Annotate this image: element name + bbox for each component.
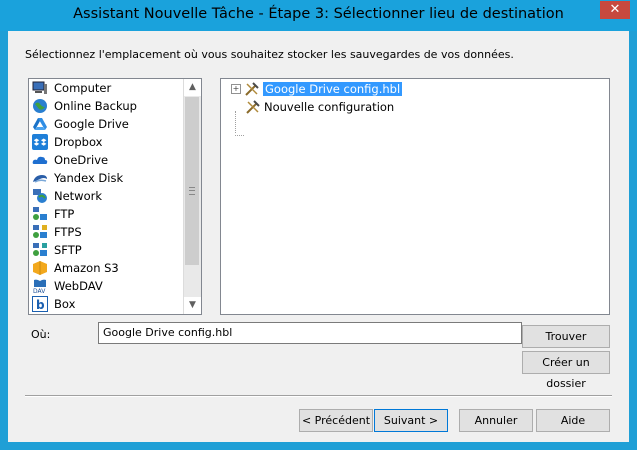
back-button[interactable]: < Précédent xyxy=(299,409,373,432)
ftp-icon xyxy=(32,206,48,222)
svg-text:DAV: DAV xyxy=(33,288,46,294)
webdav-icon: DAV xyxy=(32,278,48,295)
create-folder-button[interactable]: Créer un dossier xyxy=(522,351,610,390)
title-bar: Assistant Nouvelle Tâche - Étape 3: Séle… xyxy=(0,0,637,31)
destination-item-google-drive[interactable]: Google Drive xyxy=(29,115,201,133)
network-icon xyxy=(32,188,48,204)
destination-item-amazon-s3[interactable]: Amazon S3 xyxy=(29,259,201,277)
destination-item-onedrive[interactable]: OneDrive xyxy=(29,151,201,169)
destination-item-box[interactable]: b Box xyxy=(29,295,201,313)
location-input[interactable]: Google Drive config.hbl xyxy=(98,322,522,344)
location-label: Où: xyxy=(31,328,51,341)
destination-item-online-backup[interactable]: Online Backup xyxy=(29,97,201,115)
destination-item-label: Network xyxy=(54,189,103,203)
instruction-text: Sélectionnez l'emplacement où vous souha… xyxy=(25,48,514,61)
config-icon xyxy=(244,81,260,97)
destination-item-network[interactable]: Network xyxy=(29,187,201,205)
scroll-down-button[interactable]: ▼ xyxy=(184,297,201,314)
ftps-icon xyxy=(32,224,48,240)
destination-item-dropbox[interactable]: Dropbox xyxy=(29,133,201,151)
globe-icon xyxy=(32,98,48,114)
dialog-body: Sélectionnez l'emplacement où vous souha… xyxy=(8,31,629,442)
destination-item-label: Dropbox xyxy=(54,135,103,149)
onedrive-icon xyxy=(32,152,48,168)
destination-item-webdav[interactable]: DAV WebDAV xyxy=(29,277,201,295)
destination-item-label: Computer xyxy=(54,81,112,95)
wizard-window: Assistant Nouvelle Tâche - Étape 3: Séle… xyxy=(0,0,637,450)
expand-icon[interactable]: + xyxy=(231,84,241,94)
configuration-tree[interactable]: + Google Drive config.hbl Nouvelle confi… xyxy=(220,78,610,315)
separator xyxy=(25,395,612,397)
grip-icon xyxy=(189,187,195,195)
svg-text:b: b xyxy=(36,298,45,312)
destination-item-label: Google Drive xyxy=(54,117,129,131)
destination-item-ftps[interactable]: FTPS xyxy=(29,223,201,241)
destination-item-label: Yandex Disk xyxy=(54,171,124,185)
scroll-up-button[interactable]: ▲ xyxy=(184,79,201,96)
destination-item-label: Amazon S3 xyxy=(54,261,119,275)
browse-button[interactable]: Trouver xyxy=(522,325,610,348)
window-title: Assistant Nouvelle Tâche - Étape 3: Séle… xyxy=(73,6,564,22)
close-icon: ✕ xyxy=(609,2,621,17)
tree-item-label: Google Drive config.hbl xyxy=(263,82,403,96)
destination-item-label: SFTP xyxy=(54,243,82,257)
destination-item-label: Online Backup xyxy=(54,99,137,113)
yandex-disk-icon xyxy=(32,170,48,186)
list-scrollbar[interactable]: ▲ ▼ xyxy=(183,79,201,314)
amazon-s3-icon xyxy=(32,260,48,276)
dropbox-icon xyxy=(32,134,48,150)
destination-item-label: Box xyxy=(54,297,76,311)
destination-item-ftp[interactable]: FTP xyxy=(29,205,201,223)
destination-item-sftp[interactable]: SFTP xyxy=(29,241,201,259)
google-drive-icon xyxy=(32,116,48,132)
destination-list[interactable]: Computer Online Backup Google Drive Dropbox… xyxy=(28,78,202,315)
tree-item-label: Nouvelle configuration xyxy=(264,100,395,114)
destination-item-label: FTPS xyxy=(54,225,82,239)
destination-item-computer[interactable]: Computer xyxy=(29,79,201,97)
computer-icon xyxy=(32,80,48,96)
tree-item-google-drive-config[interactable]: + Google Drive config.hbl xyxy=(231,80,403,98)
tree-item-new-configuration[interactable]: Nouvelle configuration xyxy=(245,98,394,116)
config-icon xyxy=(245,99,261,115)
destination-item-yandex-disk[interactable]: Yandex Disk xyxy=(29,169,201,187)
scroll-thumb[interactable] xyxy=(185,97,199,265)
destination-item-label: FTP xyxy=(54,207,75,221)
cancel-button[interactable]: Annuler xyxy=(459,409,533,432)
help-button[interactable]: Aide xyxy=(536,409,610,432)
destination-item-label: WebDAV xyxy=(54,279,103,293)
sftp-icon xyxy=(32,242,48,258)
close-button[interactable]: ✕ xyxy=(600,1,630,19)
box-icon: b xyxy=(32,296,48,312)
destination-item-label: OneDrive xyxy=(54,153,109,167)
next-button[interactable]: Suivant > xyxy=(374,409,448,432)
